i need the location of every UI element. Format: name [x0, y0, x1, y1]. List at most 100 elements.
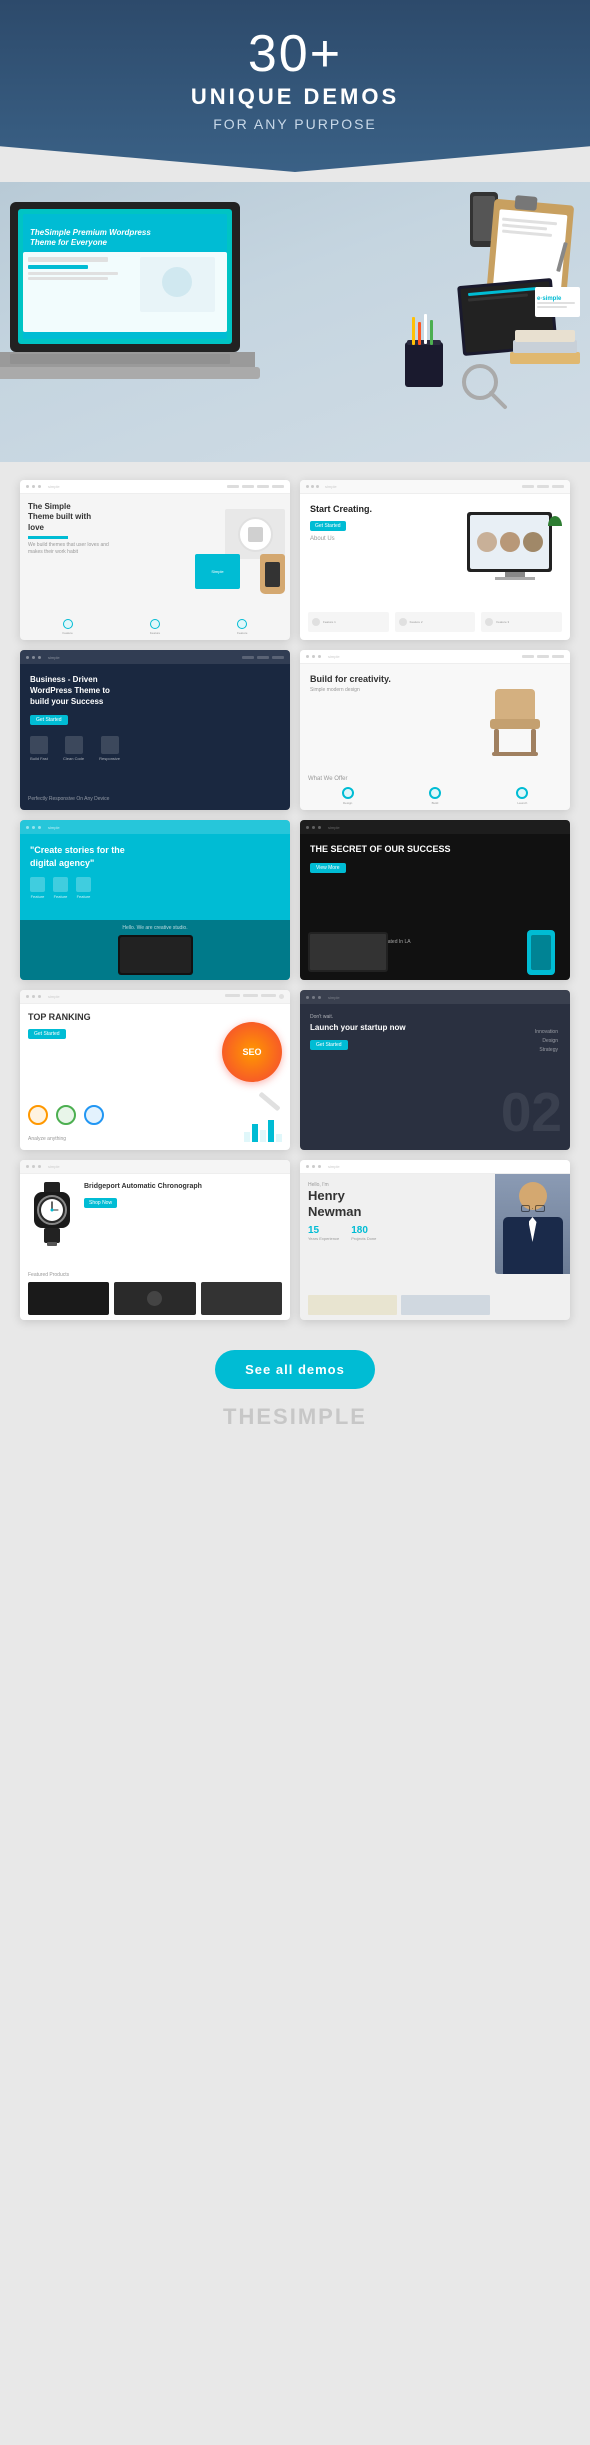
demo7-nav: simple: [20, 990, 290, 1004]
demo1-title: The Simple Theme built with love: [28, 502, 98, 533]
chair-illustration: [480, 684, 550, 759]
demo3-icon-label: Build Fast: [30, 756, 48, 761]
demo5-icon-item: Feature: [76, 877, 91, 899]
demo7-barchart: [244, 1117, 282, 1142]
demo-card-1[interactable]: simple The Simple Theme built with love …: [20, 480, 290, 640]
nav-dot: [26, 995, 29, 998]
demo5-body: "Create stories for the digital agency" …: [20, 834, 290, 980]
nav-dot: [26, 1165, 29, 1168]
demo3-icon-box: [101, 736, 119, 754]
person-body: [503, 1217, 563, 1274]
demo-card-5[interactable]: simple "Create stories for the digital a…: [20, 820, 290, 980]
demo3-icon-item: Clean Code: [63, 736, 84, 761]
nav-dot: [38, 1165, 41, 1168]
demo-card-4[interactable]: simple Build for creativity. Simple mode…: [300, 650, 570, 810]
nav-dot: [306, 1165, 309, 1168]
demo1-desc: We build themes that user loves and make…: [28, 542, 118, 556]
nav-dot: [32, 485, 35, 488]
demo6-laptop: [308, 932, 388, 972]
demo4-title: Build for creativity.: [310, 674, 560, 684]
demo9-btn[interactable]: Shop Now: [84, 1198, 117, 1208]
demo5-bottom: Hello. We are creative studio.: [20, 920, 290, 980]
demo3-nav: simple: [20, 650, 290, 664]
demo-card-10[interactable]: simple Hello, I'm Henry Newman 15 Years …: [300, 1160, 570, 1320]
demo-card-7[interactable]: simple TOP RANKING Get Started: [20, 990, 290, 1150]
header-count: 30+: [20, 28, 570, 80]
nav-dot-dark: [318, 826, 321, 829]
demo5-title: "Create stories for the digital agency": [30, 844, 150, 869]
demo9-thumb-2: [114, 1282, 195, 1315]
demo8-body: Don't wait. Launch your startup now Get …: [300, 1004, 570, 1150]
nav-dot-dark: [318, 996, 321, 999]
demos-section: simple The Simple Theme built with love …: [15, 480, 575, 1330]
demo-card-9[interactable]: simple: [20, 1160, 290, 1320]
demo3-icon-box: [30, 736, 48, 754]
see-all-demos-button[interactable]: See all demos: [215, 1350, 375, 1389]
demo10-project-thumbs: [308, 1295, 490, 1315]
demo-card-3[interactable]: simple Business - Driven WordPress Theme…: [20, 650, 290, 810]
nav-dot: [38, 995, 41, 998]
demos-row-1: simple The Simple Theme built with love …: [20, 480, 570, 640]
demo8-nav: simple: [300, 990, 570, 1004]
demo10-stat1-num: 15: [308, 1225, 339, 1236]
nav-dot-white: [26, 826, 29, 829]
demo7-body: TOP RANKING Get Started SEO: [20, 1004, 290, 1150]
nav-dot-white: [38, 826, 41, 829]
nav-dot: [318, 1165, 321, 1168]
demo9-nav: simple: [20, 1160, 290, 1174]
page-wrapper: 30+ UNIQUE DEMOS FOR ANY PURPOSE TheSimp…: [0, 0, 590, 1465]
demo9-title: Bridgeport Automatic Chronograph: [84, 1182, 282, 1191]
project-thumb-1: [308, 1295, 397, 1315]
nav-dot: [26, 485, 29, 488]
demos-row-2: simple Business - Driven WordPress Theme…: [20, 650, 570, 810]
demo2-btn[interactable]: Get Started: [310, 521, 346, 531]
nav-dot-light: [26, 656, 29, 659]
person-glasses: [521, 1204, 545, 1212]
demo3-title: Business - Driven WordPress Theme to bui…: [30, 674, 130, 708]
watermark: THESIMPLE: [0, 1399, 590, 1435]
demo10-person-photo: [495, 1174, 570, 1274]
demo1-nav: simple: [20, 480, 290, 494]
nav-dot: [32, 995, 35, 998]
demo4-bottom: What We Offer Design Build: [308, 776, 562, 805]
demo10-stat2-num: 180: [351, 1225, 376, 1236]
watch-area: [28, 1182, 76, 1247]
demos-row-5: simple: [20, 1160, 570, 1320]
seo-label: SEO: [242, 1047, 261, 1057]
demo2-bottom-stats: Feature 1 Feature 2 Feature 3: [308, 612, 562, 632]
laptop-mockup: TheSimple Premium Wordpress Theme for Ev…: [0, 197, 280, 412]
demo9-thumb-1: [28, 1282, 109, 1315]
demo7-btn[interactable]: Get Started: [28, 1029, 66, 1039]
demo3-icon-box: [65, 736, 83, 754]
demos-row-3: simple "Create stories for the digital a…: [20, 820, 570, 980]
demo-card-2[interactable]: simple Start Creating. Get Started About…: [300, 480, 570, 640]
demo6-btn[interactable]: View More: [310, 863, 346, 873]
nav-dot-light: [32, 656, 35, 659]
demo8-content: Don't wait. Launch your startup now Get …: [300, 1004, 570, 1061]
demo-card-8[interactable]: simple Don't wait. Launch your startup n…: [300, 990, 570, 1150]
demo8-btn[interactable]: Get Started: [310, 1040, 348, 1050]
nav-dot-white: [32, 826, 35, 829]
demo9-text: Bridgeport Automatic Chronograph Shop No…: [84, 1182, 282, 1247]
header-title-bold: UNIQUE DEMOS: [20, 84, 570, 110]
demo3-btn[interactable]: Get Started: [30, 715, 68, 725]
demo3-icon-item: Responsive: [99, 736, 120, 761]
demo9-top: Bridgeport Automatic Chronograph Shop No…: [20, 1174, 290, 1255]
nav-dot: [311, 485, 314, 488]
demo8-small: Don't wait.: [310, 1014, 560, 1020]
demo3-icons: Build Fast Clean Code Responsive: [30, 736, 280, 761]
demo8-title: Launch your startup now: [310, 1022, 560, 1033]
demo10-stat-1: 15 Years Experience: [308, 1225, 339, 1241]
demos-row-4: simple TOP RANKING Get Started: [20, 990, 570, 1150]
nav-dot-dark: [306, 996, 309, 999]
demo-card-6[interactable]: simple THE SECRET OF OUR SUCCESS View Mo…: [300, 820, 570, 980]
demo9-body: Bridgeport Automatic Chronograph Shop No…: [20, 1174, 290, 1320]
svg-text:e·simple: e·simple: [537, 296, 562, 302]
demo10-stat-2: 180 Projects Done: [351, 1225, 376, 1241]
demo7-circle-1: [28, 1105, 48, 1125]
demo7-icon-circles: [28, 1105, 104, 1125]
nav-dot: [38, 485, 41, 488]
nav-dot-dark: [312, 996, 315, 999]
svg-text:Theme for Everyone: Theme for Everyone: [30, 238, 107, 247]
demo4-nav: simple: [300, 650, 570, 664]
